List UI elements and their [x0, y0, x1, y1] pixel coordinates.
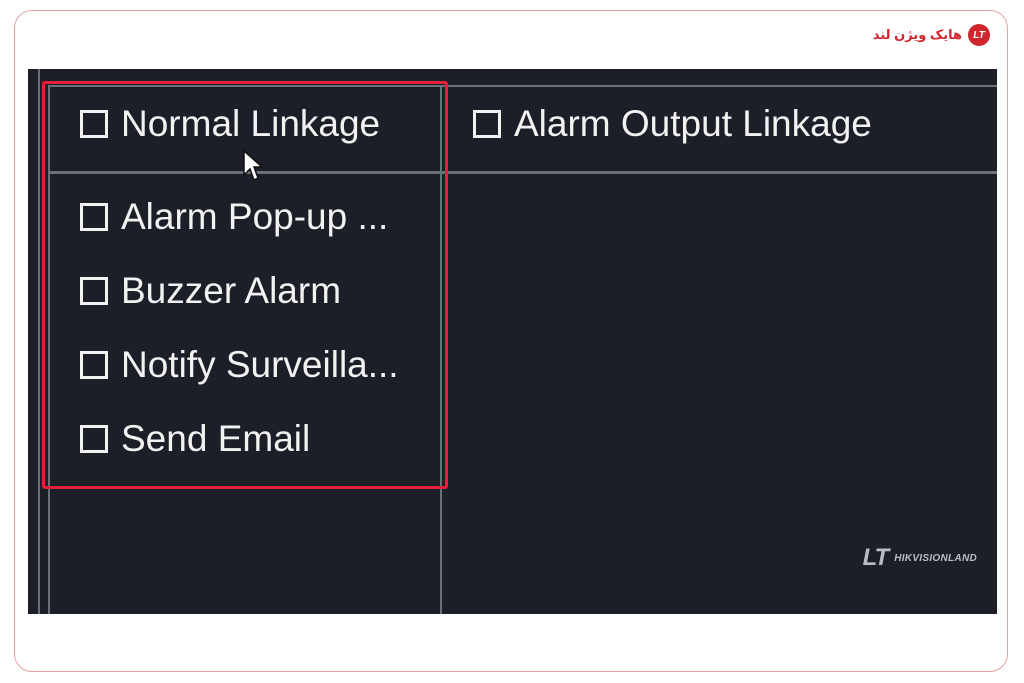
checkbox-icon[interactable] [80, 277, 108, 305]
panel-left-border [38, 69, 40, 614]
list-item-label: Notify Surveilla... [121, 344, 399, 385]
send-email-checkbox[interactable]: Send Email [80, 418, 310, 460]
normal-linkage-label: Normal Linkage [121, 103, 381, 144]
header-top-line [48, 85, 997, 87]
checkbox-icon[interactable] [80, 203, 108, 231]
normal-linkage-checkbox[interactable]: Normal Linkage [80, 103, 380, 145]
alarm-popup-checkbox[interactable]: Alarm Pop-up ... [80, 196, 388, 238]
mouse-cursor-icon [243, 149, 264, 182]
brand-header: هایک ویژن لند LT [873, 24, 990, 46]
list-item-label: Send Email [121, 418, 311, 459]
checkbox-icon[interactable] [80, 351, 108, 379]
notify-surveillance-checkbox[interactable]: Notify Surveilla... [80, 344, 399, 386]
column-divider-inner [48, 85, 50, 614]
list-item-label: Alarm Pop-up ... [121, 196, 389, 237]
watermark-logo-icon: LT [862, 544, 890, 571]
checkbox-icon[interactable] [80, 110, 108, 138]
buzzer-alarm-checkbox[interactable]: Buzzer Alarm [80, 270, 341, 312]
alarm-output-linkage-label: Alarm Output Linkage [514, 103, 872, 144]
hikvisionland-logo-icon: LT [968, 24, 990, 46]
linkage-panel: Normal Linkage Alarm Output Linkage Alar… [28, 69, 997, 614]
alarm-output-linkage-checkbox[interactable]: Alarm Output Linkage [473, 103, 872, 145]
brand-name: هایک ویژن لند [872, 27, 962, 42]
watermark-text: HIKVISIONLAND [894, 552, 977, 564]
column-divider [440, 85, 442, 614]
list-item-label: Buzzer Alarm [121, 270, 342, 311]
watermark: LT HIKVISIONLAND [863, 544, 977, 572]
checkbox-icon[interactable] [80, 425, 108, 453]
header-bottom-line [48, 171, 997, 174]
checkbox-icon[interactable] [473, 110, 501, 138]
